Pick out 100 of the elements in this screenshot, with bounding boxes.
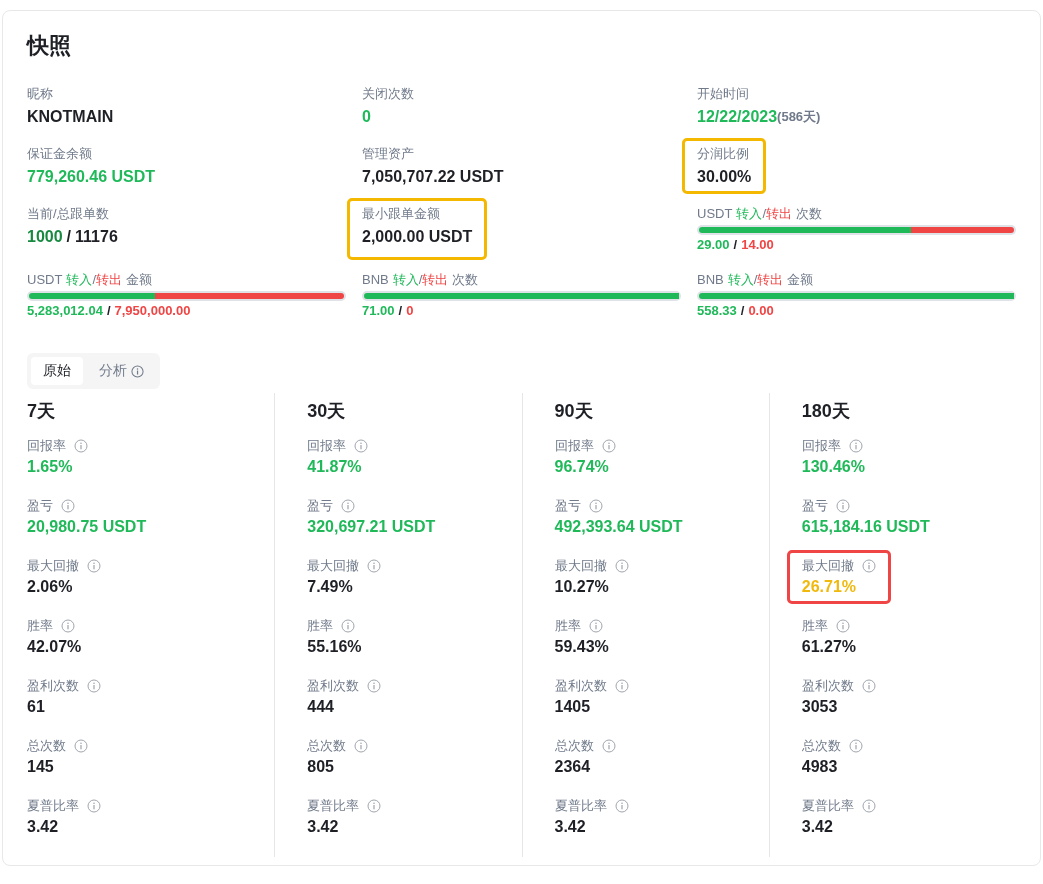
metric-value: 2.06%	[27, 577, 74, 597]
separator: /	[398, 303, 403, 319]
metric-label: 回报率	[554, 437, 594, 455]
metric-label: 盈亏	[554, 497, 581, 515]
days-count: (586天)	[777, 108, 821, 126]
inflow-value: 29.00	[697, 237, 730, 253]
info-icon[interactable]	[835, 619, 850, 633]
metric-label: 次数	[796, 205, 822, 223]
info-icon[interactable]	[354, 739, 369, 753]
info-icon[interactable]	[601, 439, 616, 453]
section-title: 快照	[27, 32, 72, 60]
info-icon[interactable]	[341, 499, 356, 513]
metric-label: 夏普比率	[27, 797, 79, 815]
info-icon[interactable]	[341, 619, 356, 633]
out-label: 转出	[96, 271, 122, 289]
metric-label: 总次数	[27, 737, 66, 755]
metric-value: 1.65%	[27, 457, 74, 477]
info-icon[interactable]	[367, 799, 382, 813]
metric-value: 2364	[554, 757, 592, 777]
info-icon[interactable]	[601, 739, 616, 753]
metric-label: 胜率	[554, 617, 581, 635]
tab[interactable]: 分析	[87, 357, 156, 385]
info-icon[interactable]	[861, 559, 876, 573]
metric-value: 41.87%	[307, 457, 363, 477]
info-icon[interactable]	[835, 499, 850, 513]
asset-label: BNB	[697, 271, 724, 289]
in-label: 转入	[392, 271, 419, 289]
metric-label: 次数	[452, 271, 479, 289]
info-icon[interactable]	[848, 439, 863, 453]
period-title: 90天	[554, 400, 594, 423]
field-value: KNOTMAIN	[27, 107, 114, 127]
metric-label: 胜率	[307, 617, 334, 635]
inflow-value: 71.00	[362, 303, 395, 319]
info-icon[interactable]	[354, 439, 369, 453]
field-label: 关闭次数	[362, 85, 414, 103]
info-icon[interactable]	[61, 619, 75, 633]
info-icon[interactable]	[588, 499, 603, 513]
info-icon[interactable]	[614, 799, 629, 813]
metric-value: 61.27%	[801, 637, 856, 657]
metric-label: 夏普比率	[554, 797, 607, 815]
metric-value: 7.49%	[307, 577, 354, 597]
info-icon[interactable]	[87, 559, 101, 573]
field-value: 0	[362, 107, 372, 127]
field-value: 779,260.46 USDT	[27, 167, 156, 187]
metric-label: 总次数	[554, 737, 594, 755]
metric-label: 回报率	[801, 437, 841, 455]
info-icon[interactable]	[74, 739, 88, 753]
field-value: 7,050,707.22 USDT	[362, 167, 504, 187]
metric-value: 59.43%	[554, 637, 609, 657]
metric-value: 320,697.21 USDT	[307, 517, 436, 537]
info-icon[interactable]	[614, 679, 629, 693]
separator: /	[106, 303, 111, 319]
metric-label: 盈亏	[27, 497, 53, 515]
field-label: 开始时间	[697, 85, 750, 103]
metric-label: 金额	[126, 271, 152, 289]
info-icon[interactable]	[614, 559, 629, 573]
metric-value: 145	[27, 757, 55, 777]
info-icon[interactable]	[861, 679, 876, 693]
field-label: 昵称	[27, 85, 54, 103]
separator: /	[733, 237, 738, 253]
metric-value: 1405	[554, 697, 592, 717]
metric-label: 盈利次数	[27, 677, 79, 695]
asset-label: USDT	[27, 271, 63, 289]
info-icon[interactable]	[87, 679, 101, 693]
info-icon[interactable]	[848, 739, 863, 753]
in-label: 转入	[66, 271, 93, 289]
info-icon[interactable]	[87, 799, 101, 813]
outflow-value: 0	[406, 303, 414, 319]
slash: /	[753, 271, 758, 289]
field-value: 2,000.00 USDT	[362, 227, 473, 247]
period-title: 7天	[27, 400, 56, 423]
current-count: 1000	[27, 227, 63, 247]
metric-value: 10.27%	[554, 577, 610, 597]
info-icon[interactable]	[74, 439, 88, 453]
metric-value: 492,393.64 USDT	[554, 517, 683, 537]
separator: /	[740, 303, 745, 319]
date-value: 12/22/2023	[697, 107, 778, 127]
info-icon[interactable]	[367, 679, 382, 693]
metric-label: 最大回撤	[27, 557, 79, 575]
metric-label: 回报率	[27, 437, 66, 455]
metric-value: 615,184.16 USDT	[801, 517, 930, 537]
metric-value: 3.42	[27, 817, 60, 837]
out-label: 转出	[422, 271, 449, 289]
info-icon[interactable]	[588, 619, 603, 633]
metric-value: 55.16%	[307, 637, 362, 657]
info-icon[interactable]	[367, 559, 382, 573]
info-icon[interactable]	[861, 799, 876, 813]
metric-value: 4983	[801, 757, 839, 777]
slash: /	[92, 271, 96, 289]
in-label: 转入	[736, 205, 763, 223]
tab[interactable]: 原始	[31, 357, 83, 385]
info-icon[interactable]	[61, 499, 75, 513]
info-icon[interactable]	[131, 364, 144, 378]
metric-label: 夏普比率	[307, 797, 360, 815]
metric-value: 130.46%	[801, 457, 865, 477]
metric-label: 盈利次数	[801, 677, 854, 695]
field-label: 分润比例	[697, 145, 750, 163]
outflow-value: 0.00	[748, 303, 774, 319]
outflow-value: 14.00	[741, 237, 774, 253]
metric-value: 42.07%	[27, 637, 82, 657]
